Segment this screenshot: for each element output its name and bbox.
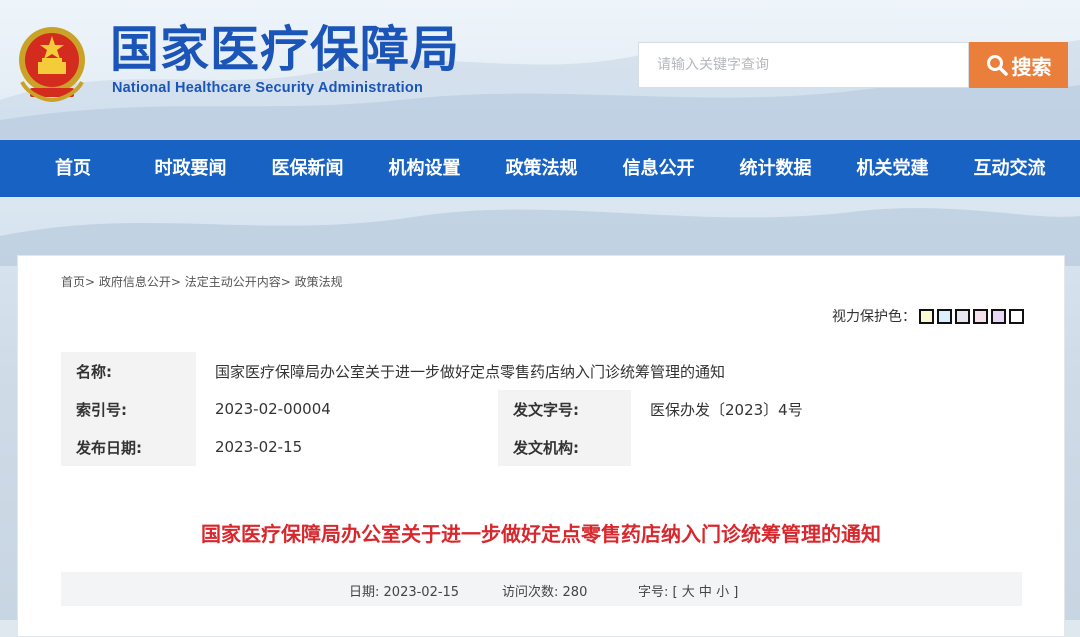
breadcrumb-mandatory-disclosure[interactable]: 法定主动公开内容>	[185, 275, 291, 289]
eye-care-swatch-purple[interactable]	[991, 308, 1006, 324]
nav-item-organization[interactable]: 机构设置	[366, 140, 483, 197]
content-card: 首页> 政府信息公开> 法定主动公开内容> 政策法规 视力保护色： 名称: 国家…	[17, 255, 1065, 637]
search-button[interactable]: 搜索	[969, 42, 1068, 88]
nav-item-statistics[interactable]: 统计数据	[717, 140, 834, 197]
article-date-label: 日期:	[349, 585, 380, 600]
metadata-row-index: 索引号: 2023-02-00004 发文字号: 医保办发〔2023〕4号	[61, 390, 1019, 428]
metadata-value-docno: 医保办发〔2023〕4号	[631, 390, 1019, 428]
search-bar: 搜索	[638, 42, 1068, 88]
nav-item-policies[interactable]: 政策法规	[483, 140, 600, 197]
article-date: 日期: 2023-02-15	[349, 581, 459, 600]
font-size-label: 字号:	[638, 585, 669, 600]
site-logo-chinese[interactable]: 国家医疗保障局	[110, 20, 460, 80]
eye-care-color-picker: 视力保护色：	[832, 306, 1024, 326]
metadata-label-name: 名称:	[61, 352, 196, 390]
nav-item-info-disclosure[interactable]: 信息公开	[600, 140, 717, 197]
metadata-label-index: 索引号:	[61, 390, 196, 428]
main-nav: 首页 时政要闻 医保新闻 机构设置 政策法规 信息公开 统计数据 机关党建 互动…	[0, 140, 1080, 197]
nav-item-interaction[interactable]: 互动交流	[951, 140, 1068, 197]
metadata-row-date: 发布日期: 2023-02-15 发文机构:	[61, 428, 1019, 466]
nav-item-party-building[interactable]: 机关党建	[834, 140, 951, 197]
font-size-bracket-open: [	[672, 585, 678, 600]
font-size-bracket-close: ]	[733, 585, 739, 600]
font-size-large-button[interactable]: 大	[682, 585, 695, 600]
metadata-label-org: 发文机构:	[498, 428, 631, 466]
search-icon	[986, 55, 1008, 76]
eye-care-swatch-pink[interactable]	[973, 308, 988, 324]
metadata-value-date: 2023-02-15	[196, 428, 498, 466]
font-size-medium-button[interactable]: 中	[699, 585, 712, 600]
nav-item-healthcare-news[interactable]: 医保新闻	[249, 140, 366, 197]
metadata-value-org	[631, 428, 1019, 466]
eye-care-swatch-blue[interactable]	[937, 308, 952, 324]
national-emblem-icon[interactable]	[14, 22, 90, 102]
eye-care-label: 视力保护色：	[832, 309, 916, 325]
eye-care-swatch-yellow[interactable]	[919, 308, 934, 324]
site-logo-english[interactable]: National Healthcare Security Administrat…	[112, 80, 423, 96]
search-button-label: 搜索	[1011, 54, 1052, 79]
metadata-row-name: 名称: 国家医疗保障局办公室关于进一步做好定点零售药店纳入门诊统筹管理的通知	[61, 352, 1019, 390]
breadcrumb-gov-info[interactable]: 政府信息公开>	[99, 275, 181, 289]
article-visits-label: 访问次数:	[502, 585, 559, 600]
article-visits-value: 280	[562, 585, 588, 600]
search-input[interactable]	[638, 42, 969, 88]
nav-item-current-affairs[interactable]: 时政要闻	[132, 140, 249, 197]
font-size-small-button[interactable]: 小	[716, 585, 729, 600]
metadata-value-index: 2023-02-00004	[196, 390, 498, 428]
article-info-bar: 日期: 2023-02-15 访问次数: 280 字号: [ 大 中 小 ]	[61, 572, 1022, 606]
eye-care-swatch-gray[interactable]	[955, 308, 970, 324]
breadcrumb-home[interactable]: 首页>	[61, 275, 95, 289]
metadata-label-docno: 发文字号:	[498, 390, 631, 428]
breadcrumb: 首页> 政府信息公开> 法定主动公开内容> 政策法规	[61, 273, 343, 290]
nav-item-home[interactable]: 首页	[14, 140, 132, 197]
article-title: 国家医疗保障局办公室关于进一步做好定点零售药店纳入门诊统筹管理的通知	[201, 522, 881, 546]
font-size-switcher: 字号: [ 大 中 小 ]	[638, 581, 738, 600]
metadata-value-name: 国家医疗保障局办公室关于进一步做好定点零售药店纳入门诊统筹管理的通知	[196, 352, 1019, 390]
site-header: 国家医疗保障局 National Healthcare Security Adm…	[0, 0, 1080, 140]
article-visits: 访问次数: 280	[502, 581, 587, 600]
article-date-value: 2023-02-15	[383, 585, 460, 600]
eye-care-swatch-white[interactable]	[1009, 308, 1024, 324]
breadcrumb-policies[interactable]: 政策法规	[295, 275, 343, 289]
metadata-label-date: 发布日期:	[61, 428, 196, 466]
document-metadata-table: 名称: 国家医疗保障局办公室关于进一步做好定点零售药店纳入门诊统筹管理的通知 索…	[61, 352, 1019, 466]
